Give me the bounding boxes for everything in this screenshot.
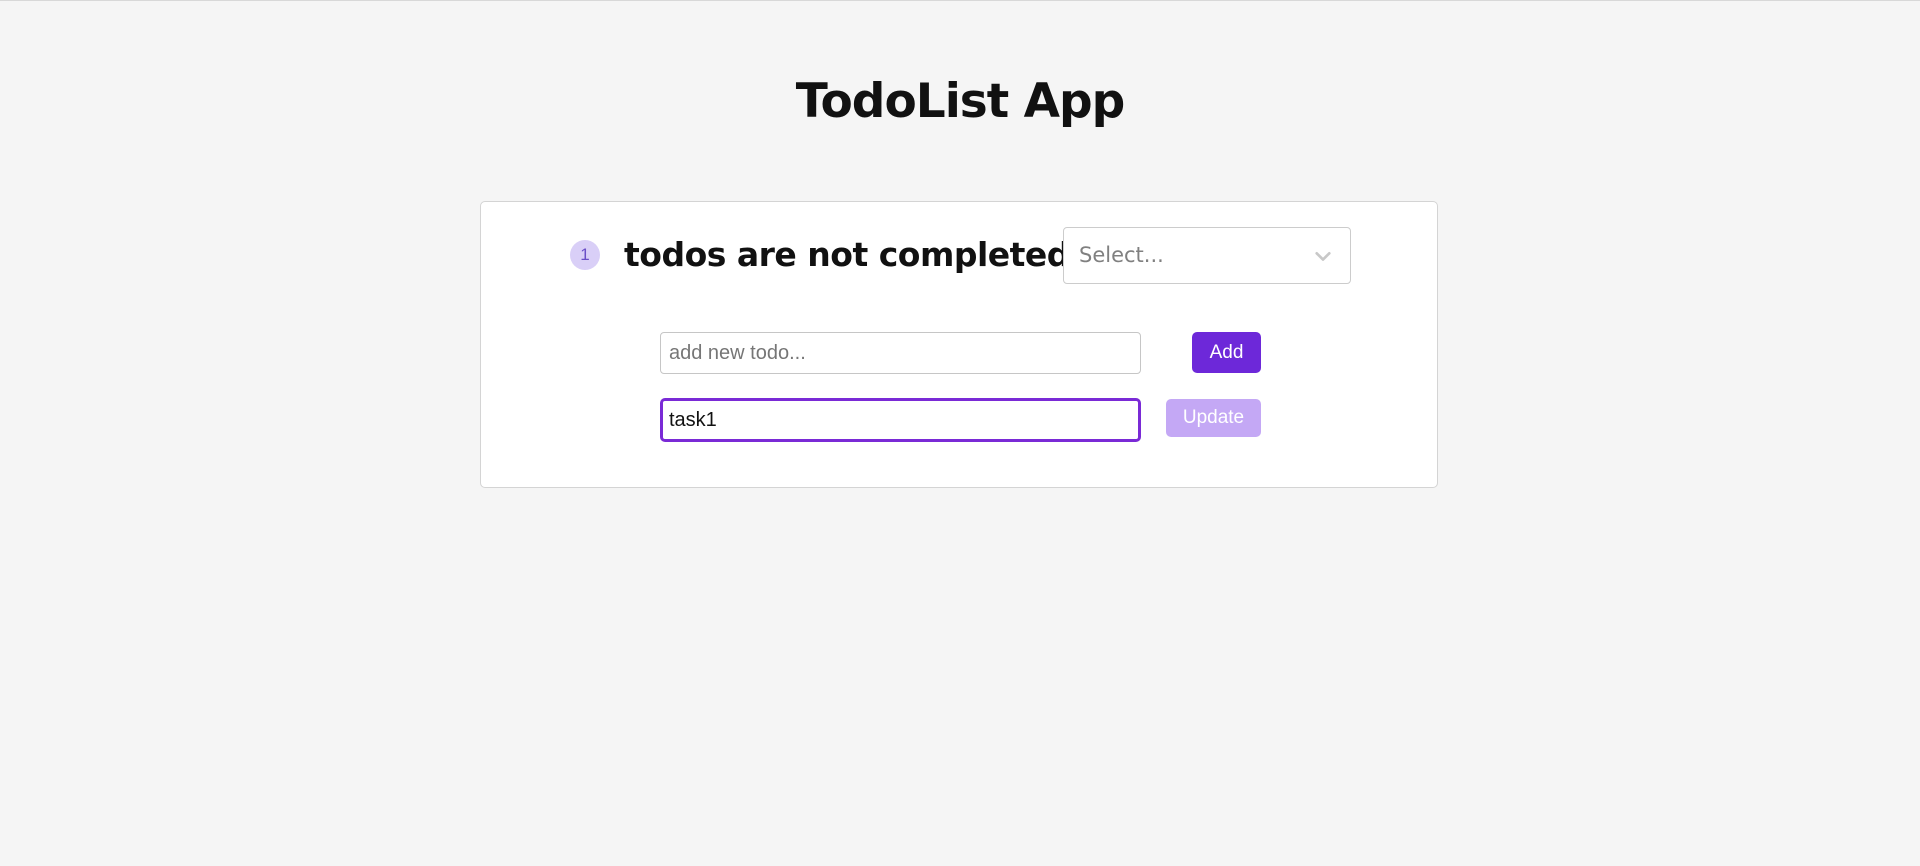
filter-select[interactable]: Select... xyxy=(1063,227,1351,284)
page-title: TodoList App xyxy=(795,74,1126,129)
todo-card: 1 todos are not completed Select... Add … xyxy=(480,201,1438,488)
incomplete-count-badge: 1 xyxy=(570,240,600,270)
top-divider xyxy=(0,0,1920,1)
edit-todo-input[interactable] xyxy=(660,398,1141,442)
new-todo-input[interactable] xyxy=(660,332,1141,374)
add-button[interactable]: Add xyxy=(1192,332,1261,373)
status-text: todos are not completed xyxy=(624,235,1070,274)
filter-select-placeholder: Select... xyxy=(1079,243,1164,267)
chevron-down-icon xyxy=(1315,251,1331,261)
update-button[interactable]: Update xyxy=(1166,399,1261,437)
